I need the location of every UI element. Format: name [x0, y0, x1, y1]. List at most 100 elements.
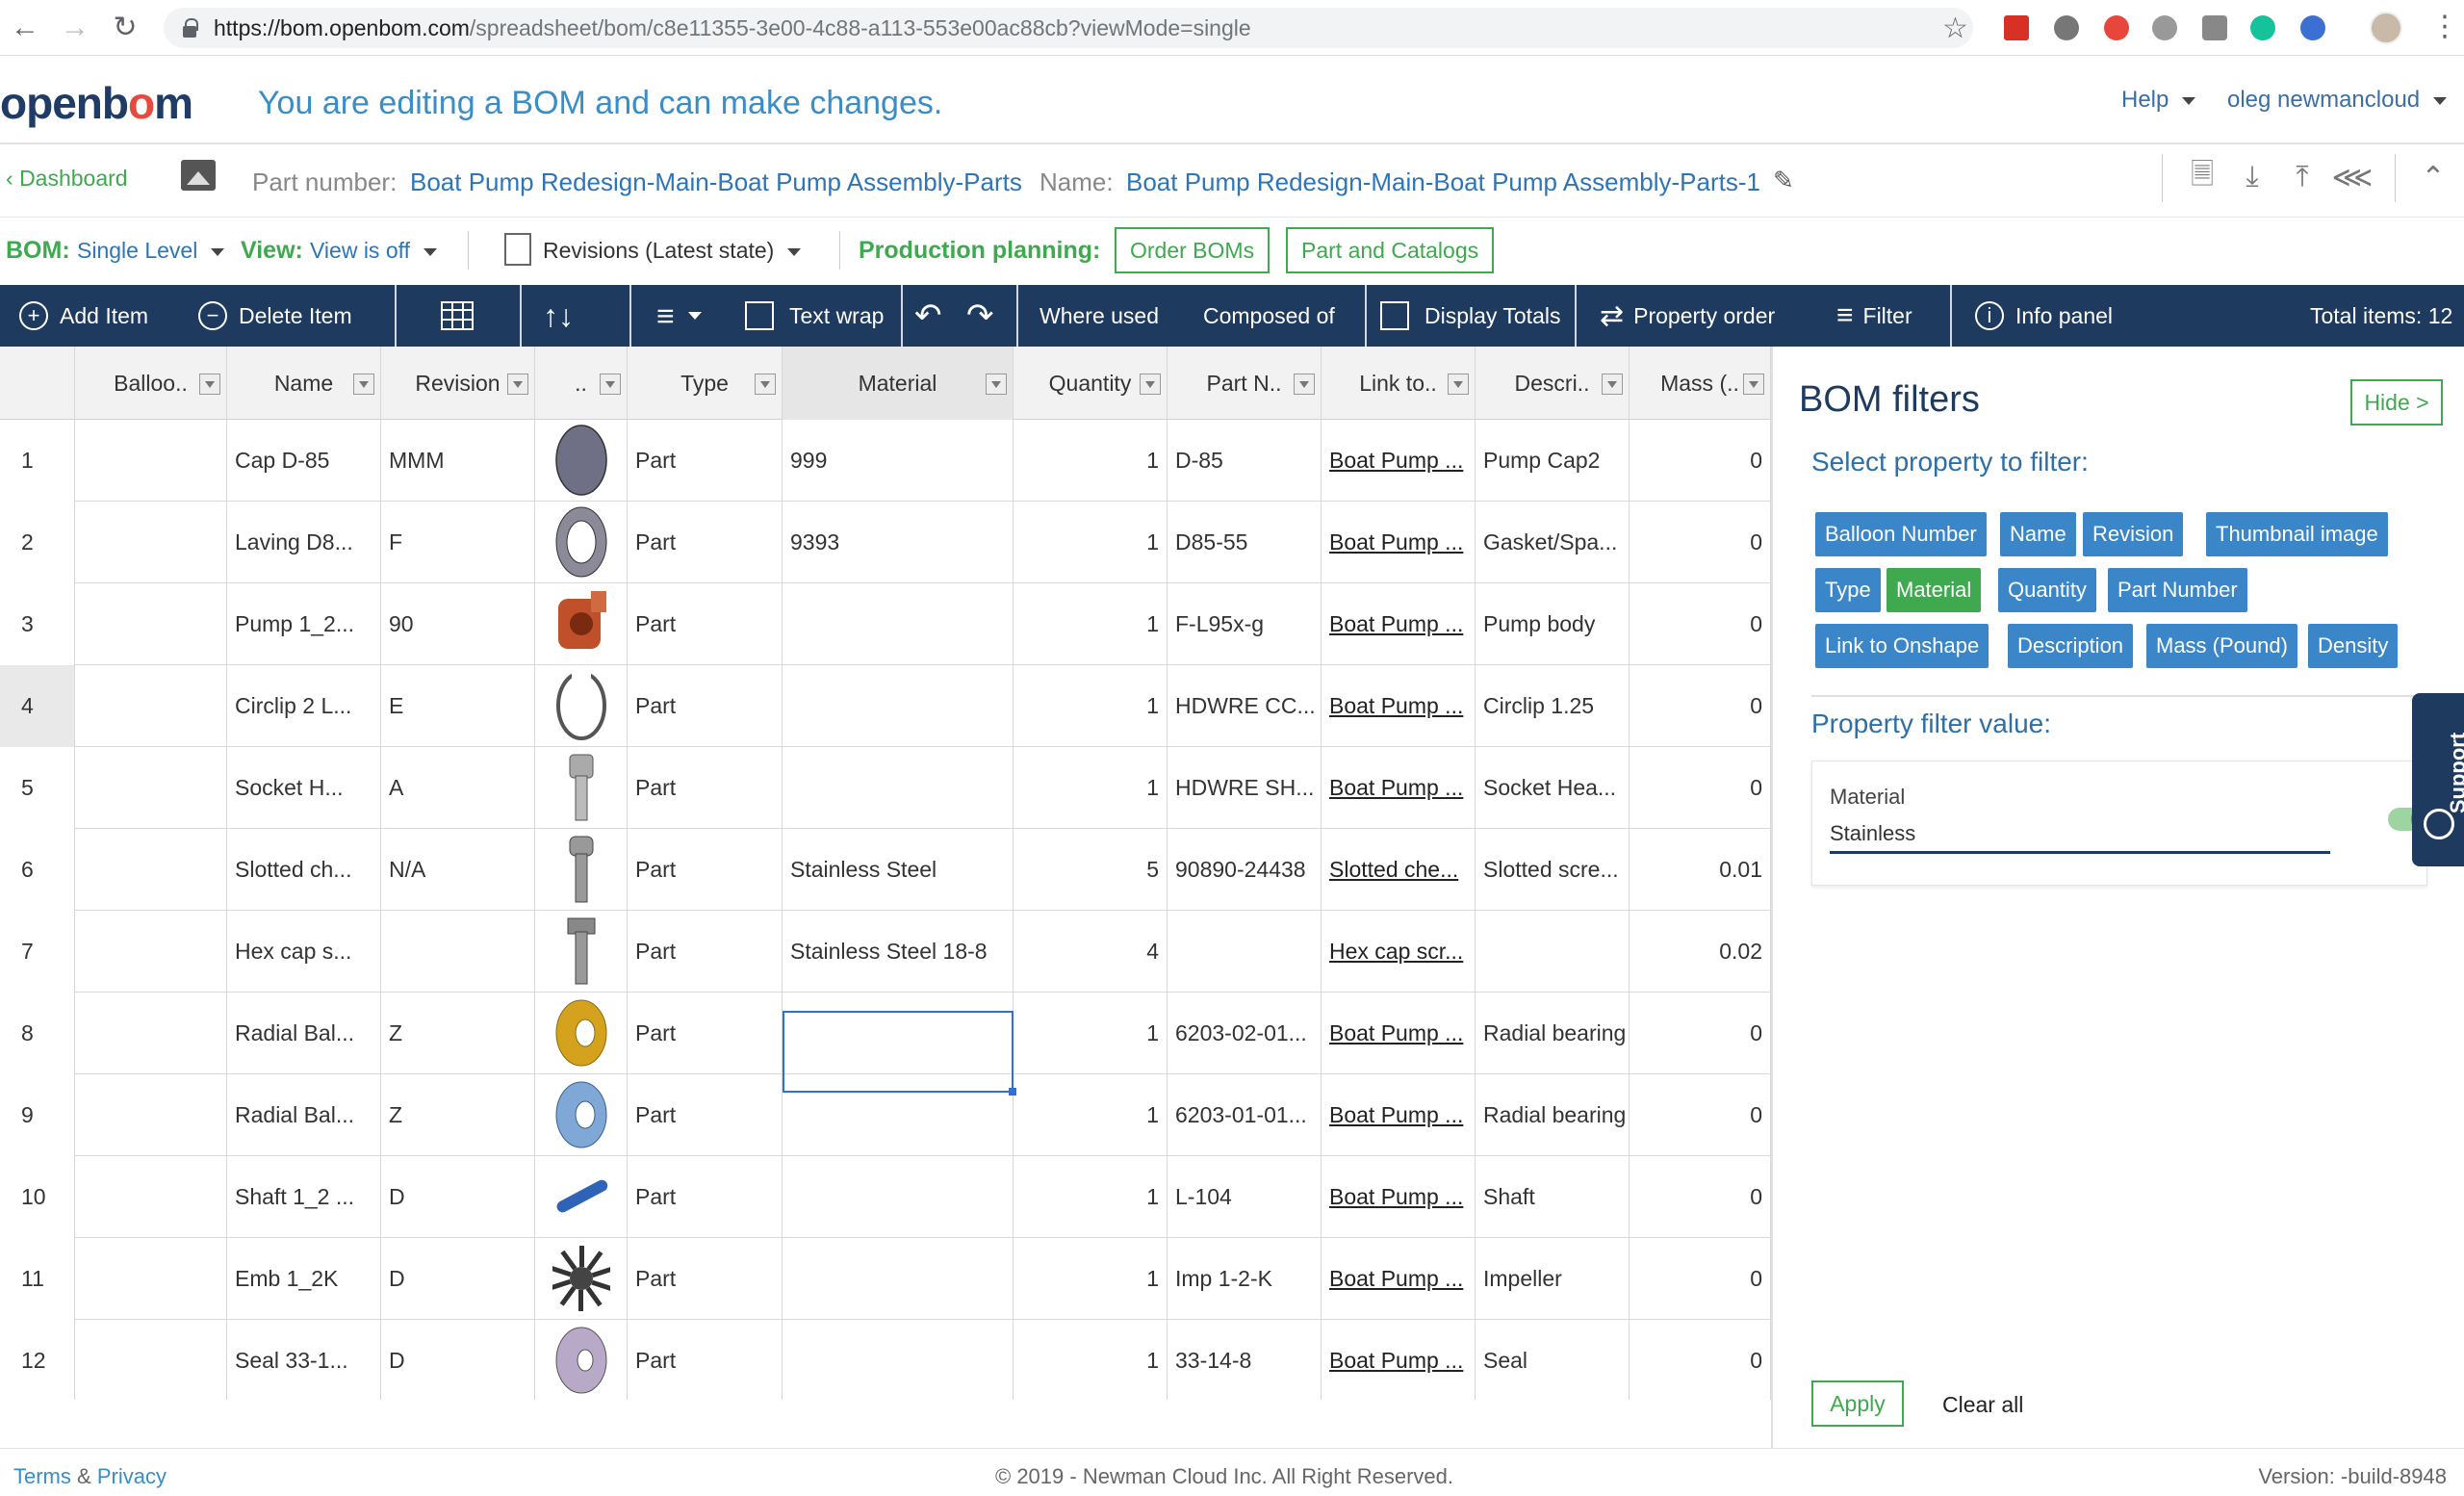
circlip-part-thumbnail[interactable] [552, 665, 610, 746]
thumbnail-cell[interactable] [535, 1238, 628, 1320]
link-cell[interactable]: Boat Pump ... [1322, 1156, 1476, 1238]
type-cell[interactable]: Part [628, 747, 783, 829]
link-cell[interactable]: Boat Pump ... [1322, 747, 1476, 829]
revisions-select[interactable]: Revisions (Latest state) [543, 238, 802, 264]
extension-icon[interactable] [2054, 15, 2079, 40]
bom-level-select[interactable]: Single Level [77, 238, 225, 264]
cap-part-thumbnail[interactable] [552, 420, 610, 501]
column-header-name[interactable]: Name [227, 347, 381, 420]
part-number-cell[interactable] [1168, 911, 1322, 993]
collapse-chevron-icon[interactable]: ⌃ [2414, 158, 2452, 196]
property-chip-part-number[interactable]: Part Number [2108, 568, 2247, 612]
balloon-cell[interactable] [75, 665, 227, 747]
display-totals-toggle[interactable]: Display Totals [1380, 285, 1560, 347]
mass-cell[interactable]: 0 [1630, 583, 1771, 665]
add-item-button[interactable]: + Add Item [19, 285, 148, 347]
type-cell[interactable]: Part [628, 1320, 783, 1400]
revision-cell[interactable]: N/A [381, 829, 535, 911]
column-header-revision[interactable]: Revision [381, 347, 535, 420]
material-cell[interactable]: 9393 [783, 502, 1014, 583]
part-number-cell[interactable]: 6203-02-01... [1168, 993, 1322, 1074]
edit-pencil-icon[interactable]: ✎ [1773, 166, 1794, 195]
onshape-link[interactable]: Hex cap scr... [1329, 939, 1463, 965]
order-boms-button[interactable]: Order BOMs [1115, 227, 1270, 273]
user-menu[interactable]: oleg newmancloud [2227, 87, 2448, 114]
part-number-cell[interactable]: F-L95x-g [1168, 583, 1322, 665]
terms-link[interactable]: Terms [13, 1464, 71, 1488]
thumbnail-cell[interactable] [535, 1074, 628, 1156]
extension-icon[interactable] [2104, 15, 2129, 40]
name-cell[interactable]: Pump 1_2... [227, 583, 381, 665]
material-cell[interactable] [783, 583, 1014, 665]
view-select[interactable]: View is off [310, 238, 437, 264]
revision-cell[interactable]: 90 [381, 583, 535, 665]
quantity-cell[interactable]: 1 [1014, 583, 1168, 665]
onshape-link[interactable]: Boat Pump ... [1329, 1102, 1463, 1128]
column-filter-dropdown-icon[interactable] [600, 374, 621, 395]
balloon-cell[interactable] [75, 1238, 227, 1320]
description-cell[interactable]: Slotted scre... [1476, 829, 1630, 911]
property-chip-balloon-number[interactable]: Balloon Number [1815, 512, 1987, 556]
gasket-part-thumbnail[interactable] [552, 502, 610, 582]
browser-profile-avatar[interactable] [2370, 12, 2402, 44]
table-row[interactable]: 3 Pump 1_2... 90 Part 1 F-L95x-g Boat Pump ...… [0, 583, 1771, 665]
table-row[interactable]: 10 Shaft 1_2 ... D Part 1 L-104 Boat Pump ... S… [0, 1156, 1771, 1238]
balloon-cell[interactable] [75, 420, 227, 502]
onshape-link[interactable]: Boat Pump ... [1329, 1266, 1463, 1292]
display-totals-checkbox[interactable] [1380, 301, 1409, 330]
column-filter-dropdown-icon[interactable] [199, 374, 220, 395]
part-number-cell[interactable]: HDWRE SH... [1168, 747, 1322, 829]
part-number-cell[interactable]: L-104 [1168, 1156, 1322, 1238]
description-cell[interactable]: Radial bearing [1476, 1074, 1630, 1156]
delete-item-button[interactable]: − Delete Item [198, 285, 352, 347]
onshape-link[interactable]: Boat Pump ... [1329, 611, 1463, 637]
balloon-cell[interactable] [75, 747, 227, 829]
material-cell[interactable]: Stainless Steel [783, 829, 1014, 911]
revision-cell[interactable]: D [381, 1320, 535, 1400]
selected-cell[interactable] [783, 1011, 1016, 1096]
name-cell[interactable]: Laving D8... [227, 502, 381, 583]
table-row[interactable]: 2 Laving D8... F Part 9393 1 D85-55 Boat Pump .… [0, 502, 1771, 583]
type-cell[interactable]: Part [628, 665, 783, 747]
table-row[interactable]: 6 Slotted ch... N/A Part Stainless Steel 5 908… [0, 829, 1771, 911]
link-cell[interactable]: Boat Pump ... [1322, 1320, 1476, 1400]
column-header-thumbnail[interactable]: .. [535, 347, 628, 420]
table-row[interactable]: 7 Hex cap s... Part Stainless Steel 18-8 4 He… [0, 911, 1771, 993]
name-cell[interactable]: Radial Bal... [227, 993, 381, 1074]
revision-cell[interactable]: D [381, 1238, 535, 1320]
column-filter-dropdown-icon[interactable] [1140, 374, 1161, 395]
balloon-cell[interactable] [75, 1320, 227, 1400]
column-filter-dropdown-icon[interactable] [1743, 374, 1764, 395]
seal-part-thumbnail[interactable] [552, 1320, 610, 1400]
filter-value-input[interactable] [1830, 815, 2330, 854]
back-icon[interactable]: ← [0, 0, 50, 56]
browser-menu-icon[interactable]: ⋮ [2430, 10, 2459, 43]
table-row[interactable]: 1 Cap D-85 MMM Part 999 1 D-85 Boat Pump ... Pum… [0, 420, 1771, 502]
extension-icon[interactable] [2202, 15, 2227, 40]
mass-cell[interactable]: 0.02 [1630, 911, 1771, 993]
thumbnail-cell[interactable] [535, 747, 628, 829]
quantity-cell[interactable]: 1 [1014, 747, 1168, 829]
type-cell[interactable]: Part [628, 1074, 783, 1156]
column-filter-dropdown-icon[interactable] [1448, 374, 1469, 395]
property-chip-mass-pound[interactable]: Mass (Pound) [2146, 624, 2297, 668]
dashboard-link[interactable]: ‹ Dashboard [6, 166, 128, 192]
part-number-cell[interactable]: 90890-24438 [1168, 829, 1322, 911]
impeller-part-thumbnail[interactable] [552, 1238, 610, 1319]
type-cell[interactable]: Part [628, 583, 783, 665]
onshape-link[interactable]: Slotted che... [1329, 857, 1458, 883]
info-panel-button[interactable]: i Info panel [1975, 285, 2113, 347]
privacy-link[interactable]: Privacy [97, 1464, 167, 1488]
composed-of-button[interactable]: Composed of [1203, 285, 1335, 347]
description-cell[interactable]: Radial bearing [1476, 993, 1630, 1074]
column-filter-dropdown-icon[interactable] [1602, 374, 1623, 395]
socket-part-thumbnail[interactable] [552, 747, 610, 828]
description-cell[interactable]: Gasket/Spa... [1476, 502, 1630, 583]
property-chip-quantity[interactable]: Quantity [1998, 568, 2096, 612]
quantity-cell[interactable]: 5 [1014, 829, 1168, 911]
extension-icon[interactable] [2152, 15, 2177, 40]
quantity-cell[interactable]: 1 [1014, 1156, 1168, 1238]
select-all-corner[interactable] [0, 347, 75, 420]
name-cell[interactable]: Seal 33-1... [227, 1320, 381, 1400]
bookmark-star-icon[interactable]: ☆ [1942, 12, 1968, 45]
